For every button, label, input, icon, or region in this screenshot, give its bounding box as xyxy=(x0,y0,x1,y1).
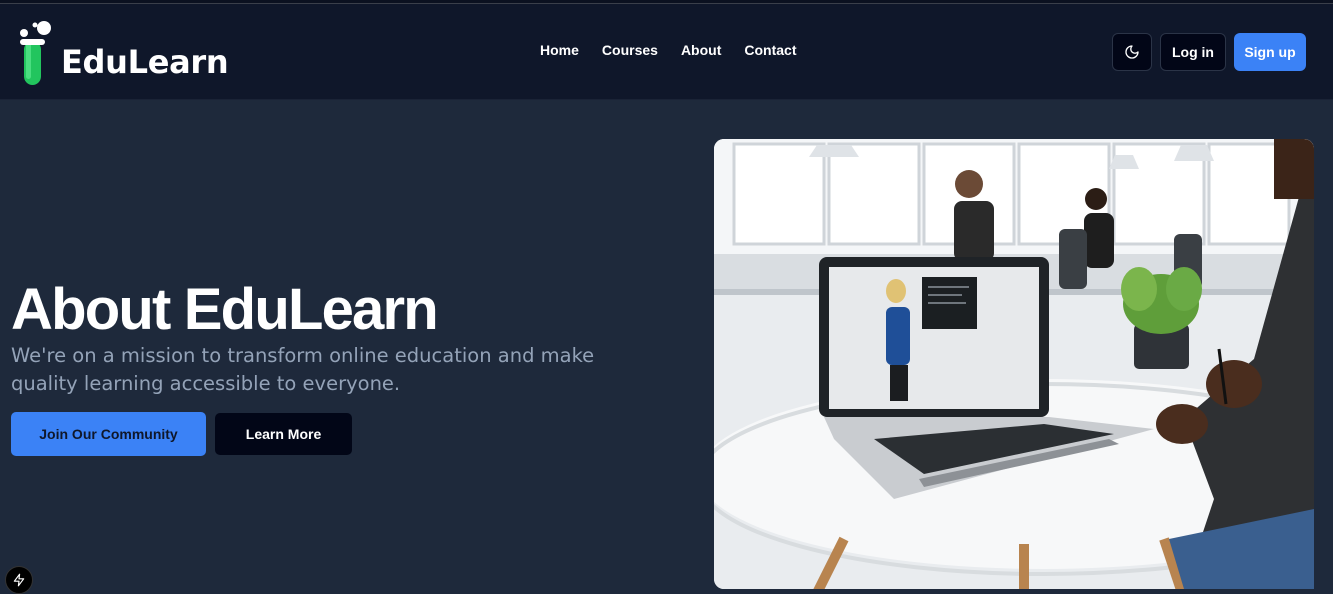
theme-toggle-button[interactable] xyxy=(1112,33,1152,71)
dev-tools-badge[interactable] xyxy=(5,566,33,594)
signup-button[interactable]: Sign up xyxy=(1234,33,1306,71)
navbar: EduLearn Home Courses About Contact Log … xyxy=(0,4,1333,100)
main-nav: Home Courses About Contact xyxy=(540,42,797,58)
hero-subtitle: We're on a mission to transform online e… xyxy=(11,344,595,395)
test-tube-logo-icon xyxy=(20,21,51,85)
hero-title: About EduLearn xyxy=(11,277,439,342)
nav-contact-link[interactable]: Contact xyxy=(744,42,796,58)
brand-name: EduLearn xyxy=(61,43,229,81)
hero-photo xyxy=(714,139,1314,589)
office-laptop-illustration xyxy=(714,139,1314,589)
login-button[interactable]: Log in xyxy=(1160,33,1226,71)
moon-icon xyxy=(1125,45,1139,59)
learn-more-button[interactable]: Learn More xyxy=(215,413,352,455)
lightning-icon xyxy=(13,573,25,587)
nav-courses-link[interactable]: Courses xyxy=(602,42,658,58)
brand-logo-link[interactable]: EduLearn xyxy=(17,19,229,85)
join-community-button[interactable]: Join Our Community xyxy=(11,412,206,456)
nav-about-link[interactable]: About xyxy=(681,42,721,58)
nav-home-link[interactable]: Home xyxy=(540,42,579,58)
